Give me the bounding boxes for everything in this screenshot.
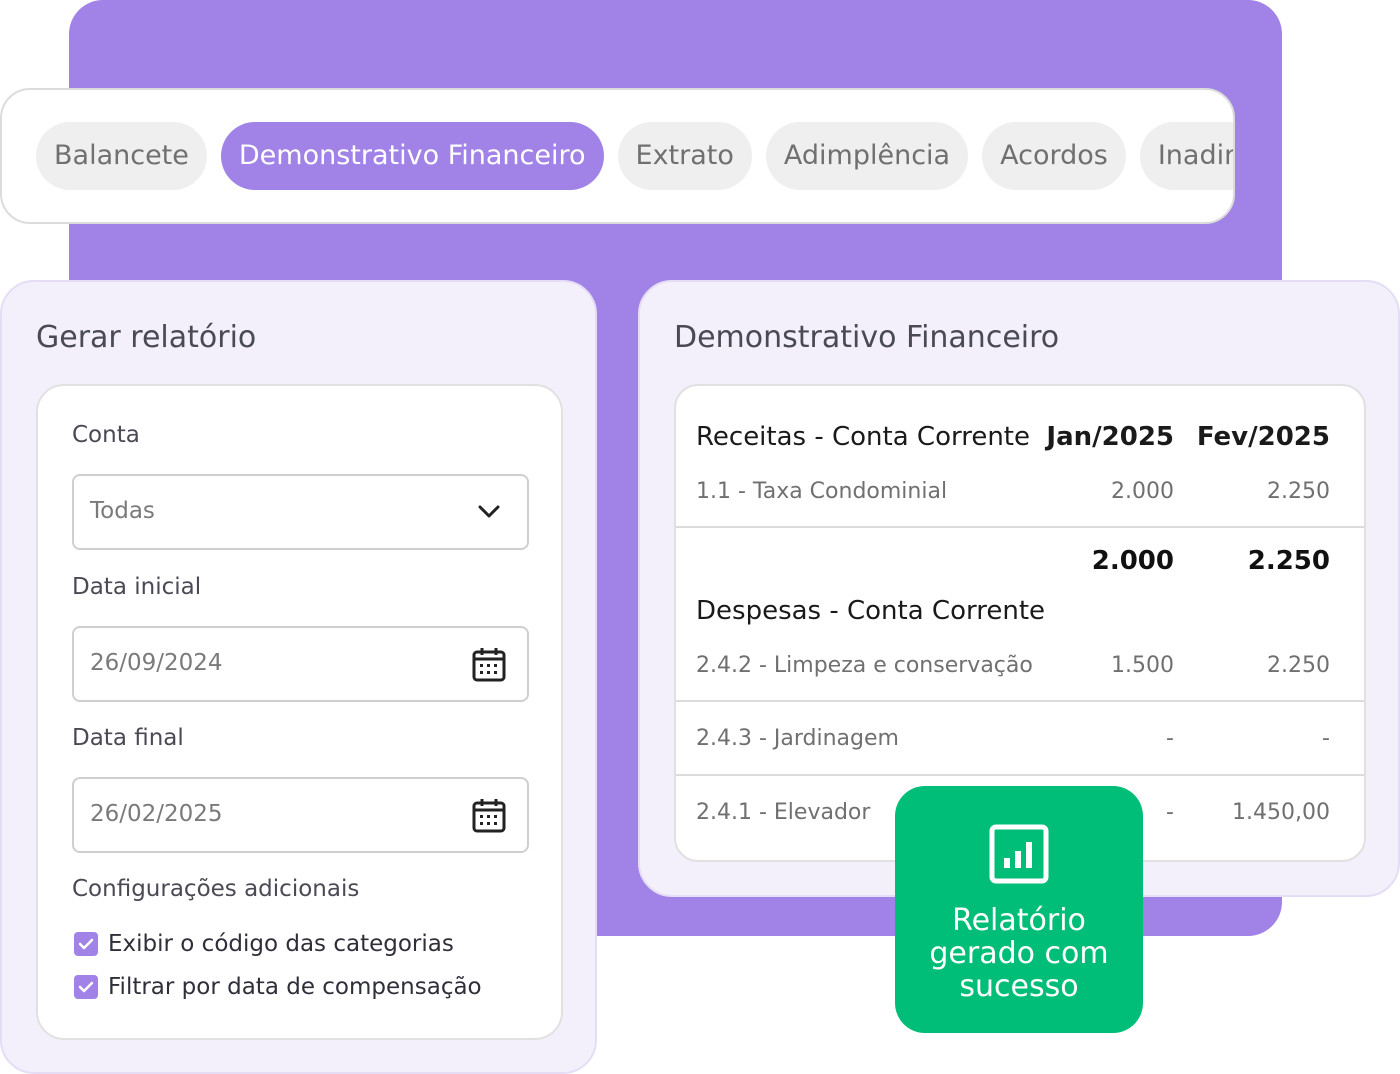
row-divider xyxy=(676,526,1364,528)
start-date-value: 26/09/2024 xyxy=(90,650,223,676)
option-show-category-codes[interactable]: Exibir o código das categorias xyxy=(74,931,454,957)
receitas-total-fev: 2.250 xyxy=(1247,546,1330,576)
tab-extrato[interactable]: Extrato xyxy=(617,122,752,190)
account-label: Conta xyxy=(72,422,140,448)
bar-chart-icon xyxy=(989,824,1049,884)
checkbox-checked[interactable] xyxy=(74,975,98,999)
table-row-fev: 1.450,00 xyxy=(1232,800,1330,825)
tabs-list: Balancete Demonstrativo Financeiro Extra… xyxy=(36,122,1233,192)
option-label: Filtrar por data de compensação xyxy=(108,974,482,1000)
table-row-label: 2.4.1 - Elevador xyxy=(696,800,871,825)
column-header-fev: Fev/2025 xyxy=(1196,422,1330,452)
card-title: Demonstrativo Financeiro xyxy=(674,320,1060,355)
report-type-tabs: Balancete Demonstrativo Financeiro Extra… xyxy=(0,88,1235,224)
toast-message: Relatório gerado com sucesso xyxy=(929,903,1109,1004)
tab-inadimplencia[interactable]: Inadimplência xyxy=(1139,122,1233,190)
receitas-header: Receitas - Conta Corrente xyxy=(696,422,1031,452)
account-select-value: Todas xyxy=(90,498,155,524)
success-toast: Relatório gerado com sucesso xyxy=(895,786,1143,1033)
end-date-label: Data final xyxy=(72,725,184,751)
tab-acordos[interactable]: Acordos xyxy=(982,122,1126,190)
calendar-icon[interactable] xyxy=(471,646,507,682)
column-header-jan: Jan/2025 xyxy=(1046,422,1174,452)
table-row-label: 2.4.3 - Jardinagem xyxy=(696,726,899,751)
row-divider xyxy=(676,700,1364,702)
table-row-fev: - xyxy=(1322,726,1330,751)
start-date-label: Data inicial xyxy=(72,574,202,600)
table-row-label: 2.4.2 - Limpeza e conservação xyxy=(696,653,1033,678)
row-divider xyxy=(676,774,1364,776)
card-title: Gerar relatório xyxy=(36,320,257,355)
table-row-fev: 2.250 xyxy=(1267,479,1330,504)
table-row-label: 1.1 - Taxa Condominial xyxy=(696,479,948,504)
tab-balancete[interactable]: Balancete xyxy=(36,122,207,190)
calendar-icon[interactable] xyxy=(471,797,507,833)
table-row-fev: 2.250 xyxy=(1267,653,1330,678)
account-select[interactable]: Todas xyxy=(72,474,529,550)
generate-report-card: Gerar relatório Conta Todas Data inicial… xyxy=(0,280,597,1074)
option-label: Exibir o código das categorias xyxy=(108,931,454,957)
receitas-total-jan: 2.000 xyxy=(1091,546,1174,576)
despesas-header: Despesas - Conta Corrente xyxy=(696,596,1046,626)
start-date-input[interactable]: 26/09/2024 xyxy=(72,626,529,702)
tab-adimplencia[interactable]: Adimplência xyxy=(765,122,969,190)
option-filter-by-compensation-date[interactable]: Filtrar por data de compensação xyxy=(74,974,482,1000)
report-form: Conta Todas Data inicial 26/09/2024 Data… xyxy=(36,384,563,1040)
end-date-input[interactable]: 26/02/2025 xyxy=(72,777,529,853)
table-row-jan: - xyxy=(1166,800,1174,825)
additional-settings-label: Configurações adicionais xyxy=(72,876,360,902)
table-row-jan: 1.500 xyxy=(1111,653,1174,678)
checkbox-checked[interactable] xyxy=(74,932,98,956)
table-row-jan: 2.000 xyxy=(1111,479,1174,504)
chevron-down-icon xyxy=(471,494,507,530)
table-row-jan: - xyxy=(1166,726,1174,751)
end-date-value: 26/02/2025 xyxy=(90,801,223,827)
tab-demonstrativo-financeiro[interactable]: Demonstrativo Financeiro xyxy=(220,122,604,190)
